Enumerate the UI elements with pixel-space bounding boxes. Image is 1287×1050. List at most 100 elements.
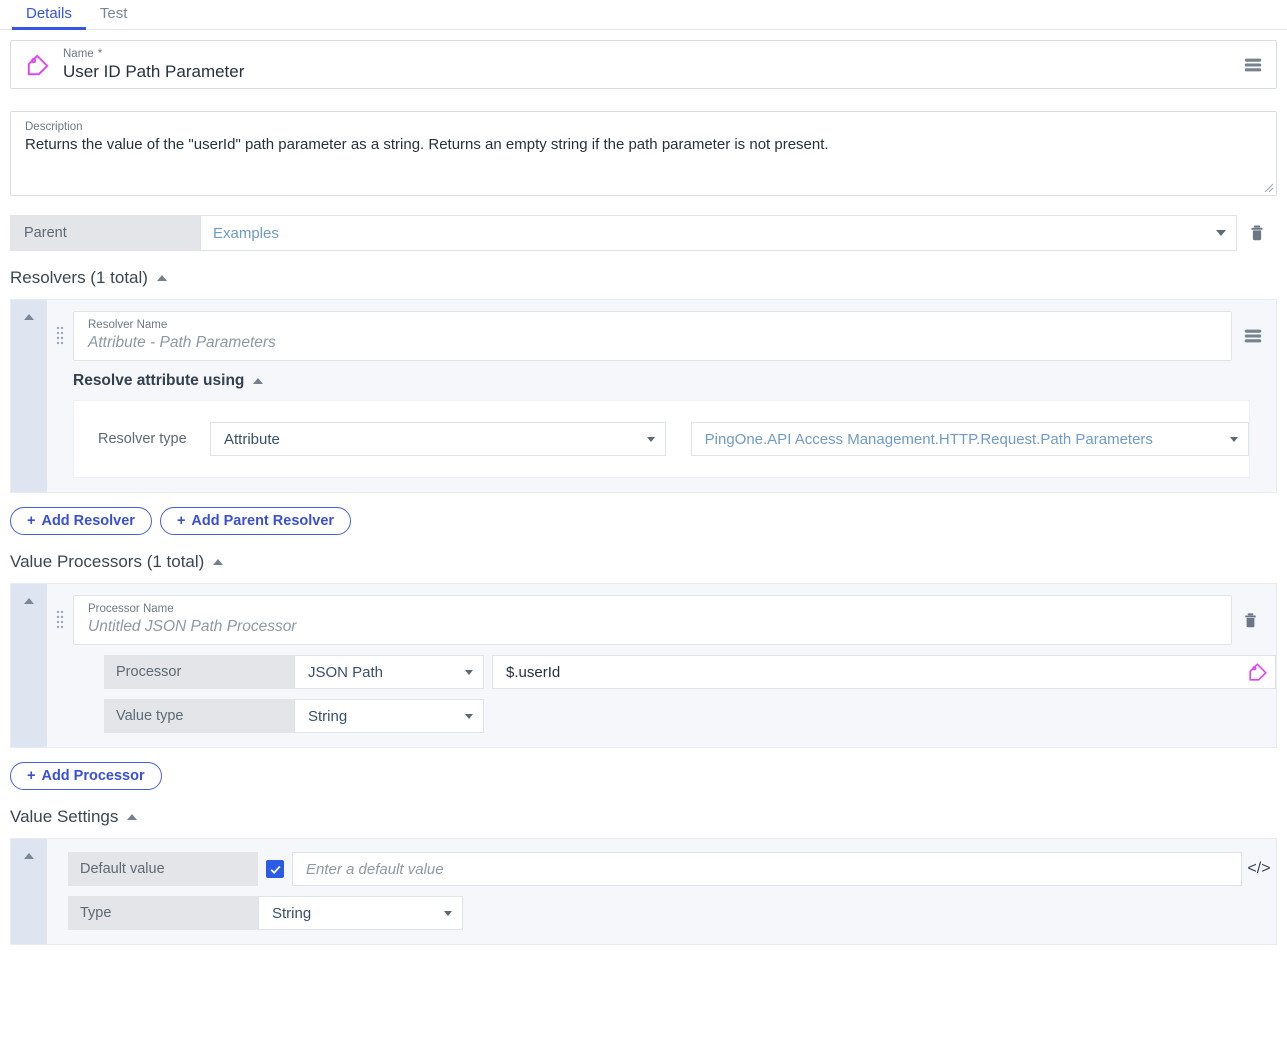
plus-icon: + bbox=[27, 513, 36, 529]
resolver-source-value: PingOne.API Access Management.HTTP.Reque… bbox=[704, 430, 1153, 448]
parent-label: Parent bbox=[10, 215, 200, 251]
parent-select[interactable]: Examples bbox=[200, 215, 1237, 251]
chevron-down-icon bbox=[465, 713, 473, 719]
processor-card-body: Processor Name Untitled JSON Path Proces… bbox=[47, 584, 1276, 747]
delete-processor-button[interactable] bbox=[1232, 611, 1268, 630]
chevron-down-icon bbox=[1216, 230, 1226, 236]
processor-row: Processor JSON Path $.userId bbox=[104, 655, 1276, 689]
plus-icon: + bbox=[176, 513, 186, 529]
processor-name-row: Processor Name Untitled JSON Path Proces… bbox=[47, 595, 1276, 645]
drag-handle-icon[interactable] bbox=[47, 311, 73, 361]
tab-details[interactable]: Details bbox=[12, 5, 86, 30]
add-resolver-label: Add Resolver bbox=[41, 513, 135, 529]
code-icon[interactable]: </> bbox=[1242, 852, 1276, 886]
processor-name-field[interactable]: Processor Name Untitled JSON Path Proces… bbox=[73, 595, 1232, 645]
chevron-down-icon bbox=[646, 436, 655, 442]
processor-name-label: Processor Name bbox=[88, 603, 174, 615]
processor-expression-value: $.userId bbox=[506, 663, 561, 681]
resolver-type-row: Resolver type Attribute PingOne.API Acce… bbox=[74, 422, 1249, 456]
processor-card-rail bbox=[11, 584, 47, 747]
resolver-card-rail bbox=[11, 300, 47, 492]
processors-heading-text: Value Processors (1 total) bbox=[10, 552, 205, 571]
resolvers-heading-text: Resolvers (1 total) bbox=[10, 268, 148, 287]
resize-handle-icon[interactable] bbox=[1264, 183, 1274, 193]
tag-icon bbox=[25, 52, 51, 78]
type-select-value: String bbox=[272, 904, 312, 922]
resolver-type-panel: Resolver type Attribute PingOne.API Acce… bbox=[73, 400, 1250, 478]
tag-icon[interactable] bbox=[1247, 661, 1269, 683]
collapse-processors-caret-icon[interactable] bbox=[213, 559, 224, 565]
name-label-text: Name bbox=[63, 47, 94, 60]
resolver-name-row: Resolver Name Attribute - Path Parameter… bbox=[47, 311, 1276, 361]
resolver-name-field[interactable]: Resolver Name Attribute - Path Parameter… bbox=[73, 311, 1232, 361]
tab-test[interactable]: Test bbox=[86, 5, 142, 29]
value-type-row: Value type String bbox=[104, 699, 1276, 733]
hamburger-menu-icon[interactable] bbox=[1238, 54, 1268, 76]
resolvers-section-heading: Resolvers (1 total) bbox=[10, 268, 1277, 288]
chevron-down-icon bbox=[465, 669, 473, 675]
processor-card: Processor Name Untitled JSON Path Proces… bbox=[10, 583, 1277, 748]
collapse-processor-caret-icon[interactable] bbox=[24, 598, 34, 604]
chevron-down-icon bbox=[1230, 436, 1238, 442]
collapse-resolve-attribute-caret-icon[interactable] bbox=[253, 378, 264, 384]
add-parent-resolver-label: Add Parent Resolver bbox=[191, 513, 335, 529]
name-field-label: Name * bbox=[63, 48, 1238, 61]
default-value-placeholder: Enter a default value bbox=[306, 860, 444, 878]
description-value[interactable]: Returns the value of the "userId" path p… bbox=[25, 135, 1262, 155]
drag-handle-icon[interactable] bbox=[47, 595, 73, 645]
delete-parent-button[interactable] bbox=[1237, 215, 1277, 251]
default-value-row: Default value Enter a default value </> bbox=[68, 852, 1276, 886]
resolver-type-label: Resolver type bbox=[98, 431, 187, 447]
add-processor-label: Add Processor bbox=[41, 768, 145, 784]
resolver-buttons: + Add Resolver + Add Parent Resolver bbox=[10, 507, 1277, 535]
default-value-checkbox[interactable] bbox=[266, 860, 284, 878]
value-type-label: Value type bbox=[104, 699, 294, 733]
value-type-value: String bbox=[308, 707, 348, 725]
processors-section-heading: Value Processors (1 total) bbox=[10, 552, 1277, 572]
type-select[interactable]: String bbox=[258, 896, 463, 930]
required-asterisk: * bbox=[97, 47, 103, 60]
resolver-type-select[interactable]: Attribute bbox=[210, 422, 666, 456]
chevron-down-icon bbox=[444, 910, 452, 916]
plus-icon: + bbox=[27, 768, 36, 784]
resolver-name-placeholder: Attribute - Path Parameters bbox=[88, 334, 276, 351]
add-resolver-button[interactable]: + Add Resolver bbox=[10, 507, 152, 535]
resolve-attribute-subheading-text: Resolve attribute using bbox=[73, 372, 245, 389]
value-settings-section-heading: Value Settings bbox=[10, 807, 1277, 827]
value-settings-card-rail bbox=[11, 839, 47, 944]
resolver-hamburger-menu-icon[interactable] bbox=[1238, 325, 1268, 347]
processor-expression-input[interactable]: $.userId bbox=[492, 655, 1276, 689]
default-value-label: Default value bbox=[68, 852, 258, 886]
parent-select-value: Examples bbox=[213, 224, 279, 242]
resolver-type-value: Attribute bbox=[224, 430, 280, 448]
value-settings-card-body: Default value Enter a default value </> … bbox=[47, 839, 1276, 944]
details-panel: Name * User ID Path Parameter Description… bbox=[0, 40, 1287, 945]
processor-select-value: JSON Path bbox=[308, 663, 384, 681]
collapse-value-settings-caret-icon[interactable] bbox=[127, 814, 138, 820]
value-type-select[interactable]: String bbox=[294, 699, 484, 733]
type-row: Type String bbox=[68, 896, 1276, 930]
collapse-value-settings-caret-icon[interactable] bbox=[24, 853, 34, 859]
resolver-card: Resolver Name Attribute - Path Parameter… bbox=[10, 299, 1277, 493]
name-field[interactable]: Name * User ID Path Parameter bbox=[10, 40, 1277, 89]
resolver-card-body: Resolver Name Attribute - Path Parameter… bbox=[47, 300, 1276, 492]
processor-name-placeholder: Untitled JSON Path Processor bbox=[88, 618, 297, 635]
collapse-resolvers-caret-icon[interactable] bbox=[156, 275, 167, 281]
collapse-resolver-caret-icon[interactable] bbox=[24, 314, 34, 320]
processor-select[interactable]: JSON Path bbox=[294, 655, 484, 689]
parent-row: Parent Examples bbox=[10, 215, 1277, 251]
processor-buttons: + Add Processor bbox=[10, 762, 1277, 790]
name-field-texts: Name * User ID Path Parameter bbox=[63, 48, 1238, 82]
tab-bar: Details Test bbox=[0, 0, 1287, 30]
type-label: Type bbox=[68, 896, 258, 930]
add-parent-resolver-button[interactable]: + Add Parent Resolver bbox=[159, 507, 352, 535]
resolver-source-select[interactable]: PingOne.API Access Management.HTTP.Reque… bbox=[690, 422, 1249, 456]
name-field-value[interactable]: User ID Path Parameter bbox=[63, 61, 1238, 82]
default-value-input[interactable]: Enter a default value bbox=[292, 852, 1242, 886]
resolve-attribute-subheading: Resolve attribute using bbox=[73, 372, 1276, 390]
description-field[interactable]: Description Returns the value of the "us… bbox=[10, 111, 1277, 196]
value-settings-heading-text: Value Settings bbox=[10, 807, 119, 826]
description-label: Description bbox=[25, 121, 83, 133]
add-processor-button[interactable]: + Add Processor bbox=[10, 762, 162, 790]
resolver-name-label: Resolver Name bbox=[88, 319, 168, 331]
